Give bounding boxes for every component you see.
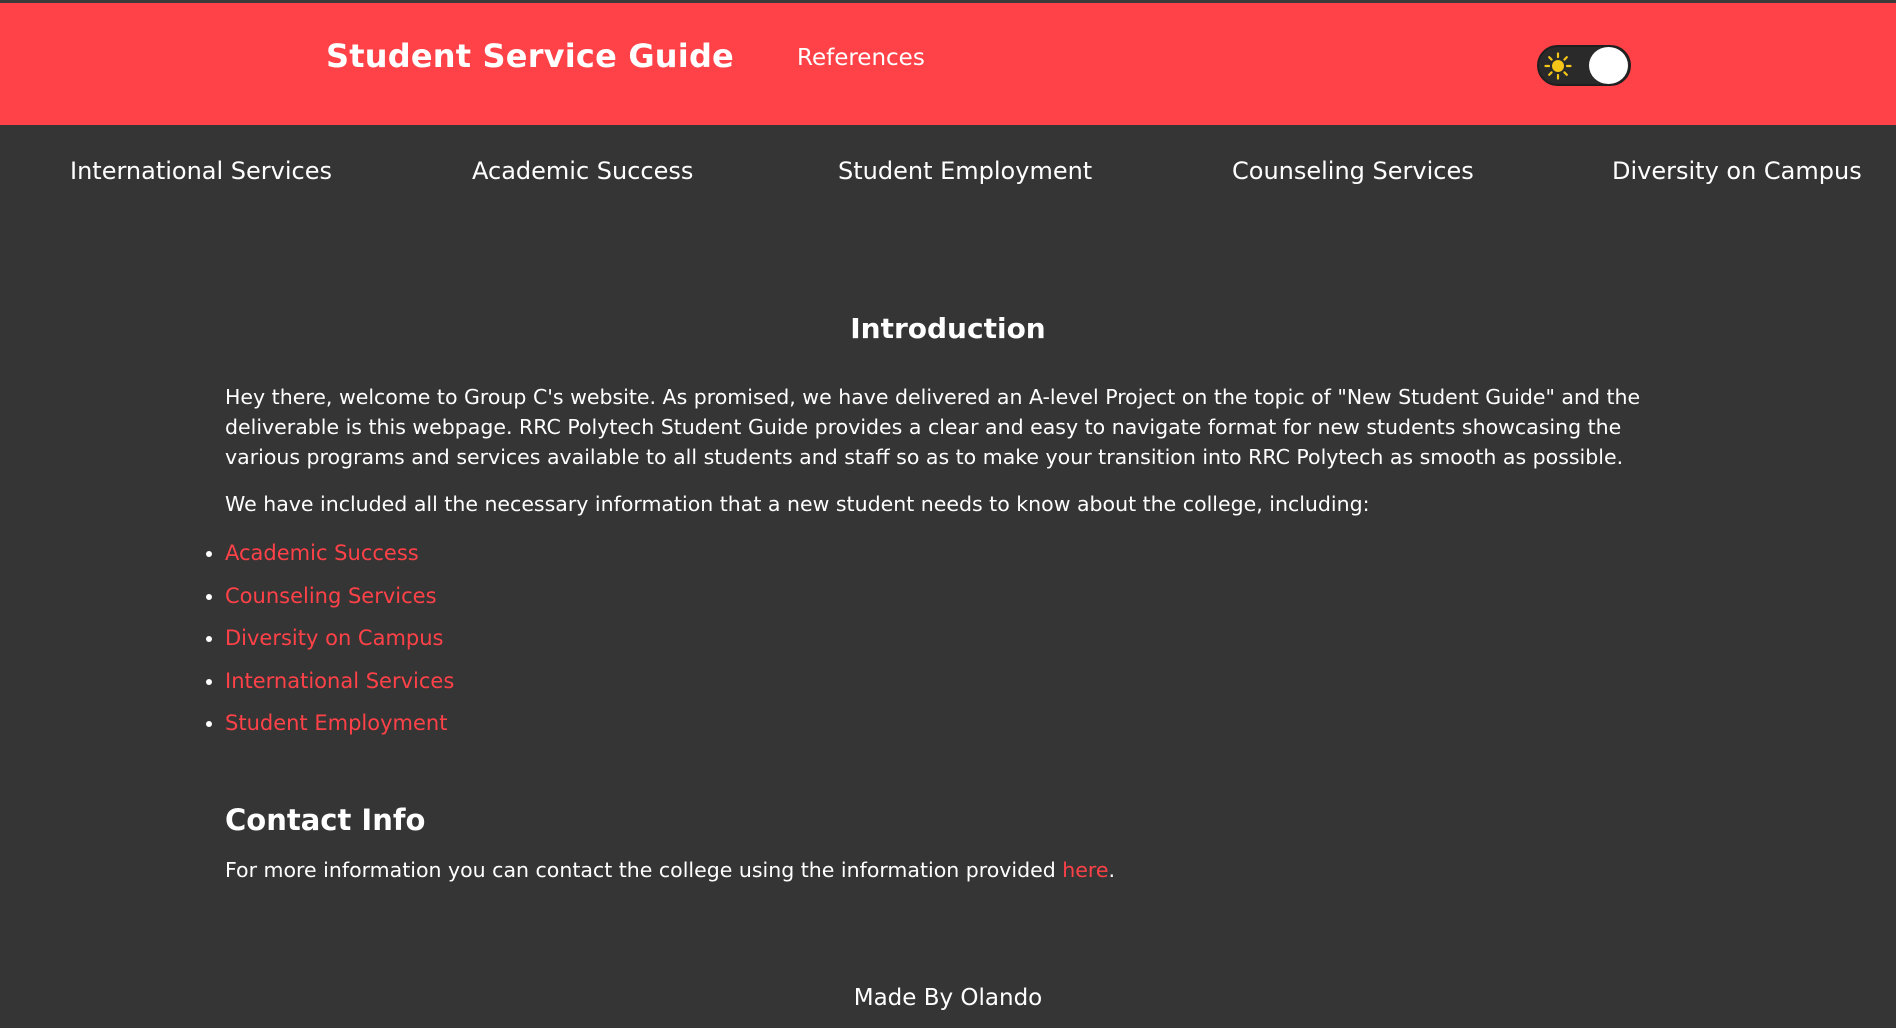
nav-item-student-employment[interactable]: Student Employment xyxy=(838,157,1092,185)
intro-paragraph: Hey there, welcome to Group C's website.… xyxy=(225,385,1641,469)
intro-heading: Introduction xyxy=(850,312,1046,345)
nav-item-counseling-services[interactable]: Counseling Services xyxy=(1232,157,1474,185)
link-diversity-on-campus[interactable]: Diversity on Campus xyxy=(225,626,444,650)
nav-item-academic-success[interactable]: Academic Success xyxy=(472,157,693,185)
theme-toggle[interactable] xyxy=(1537,45,1631,86)
contact-text-after: . xyxy=(1108,858,1116,882)
intro-list-lead: We have included all the necessary infor… xyxy=(225,492,1370,516)
link-international-services[interactable]: International Services xyxy=(225,669,454,693)
contact-here-link[interactable]: here xyxy=(1062,858,1108,882)
site-title[interactable]: Student Service Guide xyxy=(326,37,734,75)
link-counseling-services[interactable]: Counseling Services xyxy=(225,584,437,608)
contact-text: For more information you can contact the… xyxy=(225,855,1675,885)
main-nav: International Services Academic Success … xyxy=(0,125,1896,221)
list-item: Diversity on Campus xyxy=(206,623,454,666)
service-list: Academic Success Counseling Services Div… xyxy=(206,538,454,751)
sun-icon xyxy=(1544,52,1572,80)
references-link[interactable]: References xyxy=(797,45,925,71)
bullet xyxy=(206,593,212,600)
bullet xyxy=(206,551,212,557)
list-item: Academic Success xyxy=(206,538,454,581)
list-item: Counseling Services xyxy=(206,581,454,624)
site-header: Student Service Guide References xyxy=(0,3,1896,125)
toggle-knob[interactable] xyxy=(1589,47,1628,84)
footer-credit: Made By Olando xyxy=(853,985,1043,1011)
bullet xyxy=(206,721,212,727)
contact-heading: Contact Info xyxy=(225,803,426,837)
link-student-employment[interactable]: Student Employment xyxy=(225,711,447,735)
link-academic-success[interactable]: Academic Success xyxy=(225,541,419,565)
contact-text-before: For more information you can contact the… xyxy=(225,858,1063,882)
bullet xyxy=(206,636,212,642)
nav-item-diversity-on-campus[interactable]: Diversity on Campus xyxy=(1612,157,1862,185)
nav-item-international-services[interactable]: International Services xyxy=(70,157,332,185)
list-item: Student Employment xyxy=(206,708,454,751)
list-item: International Services xyxy=(206,666,454,709)
bullet xyxy=(206,678,212,685)
